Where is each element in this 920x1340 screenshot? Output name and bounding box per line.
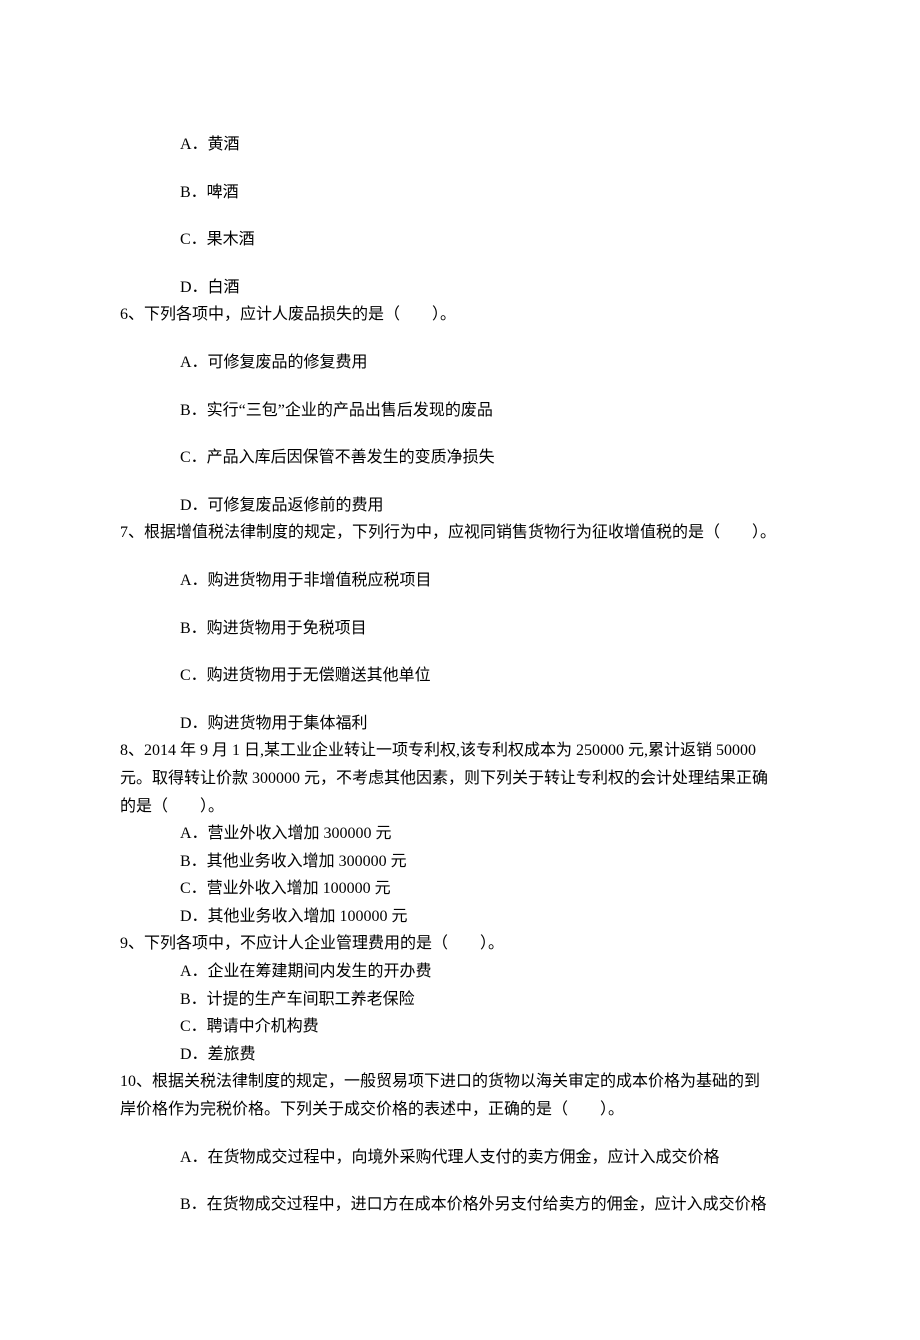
q6-option-d: D．可修复废品返修前的费用 xyxy=(180,493,800,519)
q5-option-c: C．果木酒 xyxy=(180,227,800,253)
option-text: A．企业在筹建期间内发生的开办费 xyxy=(180,963,432,980)
option-text: B．啤酒 xyxy=(180,184,239,201)
option-text: A．可修复废品的修复费用 xyxy=(180,354,368,371)
option-text: A．购进货物用于非增值税应税项目 xyxy=(180,572,432,589)
q7-stem: 7、根据增值税法律制度的规定，下列行为中，应视同销售货物行为征收增值税的是（ ）… xyxy=(120,520,800,546)
question-text: 7、根据增值税法律制度的规定，下列行为中，应视同销售货物行为征收增值税的是（ ）… xyxy=(120,524,776,541)
q8-stem-line1: 8、2014 年 9 月 1 日,某工业企业转让一项专利权,该专利权成本为 25… xyxy=(120,738,800,764)
option-text: C．产品入库后因保管不善发生的变质净损失 xyxy=(180,449,495,466)
q7-option-d: D．购进货物用于集体福利 xyxy=(180,711,800,737)
q6-option-c: C．产品入库后因保管不善发生的变质净损失 xyxy=(180,445,800,471)
option-text: B．其他业务收入增加 300000 元 xyxy=(180,853,407,870)
q7-option-a: A．购进货物用于非增值税应税项目 xyxy=(180,568,800,594)
q5-option-b: B．啤酒 xyxy=(180,180,800,206)
option-text: C．营业外收入增加 100000 元 xyxy=(180,880,391,897)
option-text: B．实行“三包”企业的产品出售后发现的废品 xyxy=(180,402,493,419)
question-text: 10、根据关税法律制度的规定，一般贸易项下进口的货物以海关审定的成本价格为基础的… xyxy=(120,1073,760,1090)
option-text: A．黄酒 xyxy=(180,136,240,153)
q10-option-b: B．在货物成交过程中，进口方在成本价格外另支付给卖方的佣金，应计入成交价格 xyxy=(180,1192,800,1218)
option-text: D．白酒 xyxy=(180,279,240,296)
q9-option-b: B．计提的生产车间职工养老保险 xyxy=(180,987,800,1013)
question-text: 元。取得转让价款 300000 元，不考虑其他因素，则下列关于转让专利权的会计处… xyxy=(120,770,768,787)
option-text: A．在货物成交过程中，向境外采购代理人支付的卖方佣金，应计入成交价格 xyxy=(180,1149,720,1166)
q8-stem-line2: 元。取得转让价款 300000 元，不考虑其他因素，则下列关于转让专利权的会计处… xyxy=(120,766,800,792)
q6-stem: 6、下列各项中，应计人废品损失的是（ ）。 xyxy=(120,302,800,328)
q10-stem-line1: 10、根据关税法律制度的规定，一般贸易项下进口的货物以海关审定的成本价格为基础的… xyxy=(120,1069,800,1095)
q6-option-b: B．实行“三包”企业的产品出售后发现的废品 xyxy=(180,398,800,424)
q8-stem-line3: 的是（ ）。 xyxy=(120,794,800,820)
q5-option-a: A．黄酒 xyxy=(180,132,800,158)
q5-option-d: D．白酒 xyxy=(180,275,800,301)
q8-option-b: B．其他业务收入增加 300000 元 xyxy=(180,849,800,875)
q8-option-a: A．营业外收入增加 300000 元 xyxy=(180,821,800,847)
question-text: 岸价格作为完税价格。下列关于成交价格的表述中，正确的是（ ）。 xyxy=(120,1101,624,1118)
q9-stem: 9、下列各项中，不应计人企业管理费用的是（ ）。 xyxy=(120,931,800,957)
q10-stem-line2: 岸价格作为完税价格。下列关于成交价格的表述中，正确的是（ ）。 xyxy=(120,1097,800,1123)
question-text: 9、下列各项中，不应计人企业管理费用的是（ ）。 xyxy=(120,935,504,952)
option-text: C．购进货物用于无偿赠送其他单位 xyxy=(180,667,431,684)
question-text: 的是（ ）。 xyxy=(120,798,224,815)
option-text: D．其他业务收入增加 100000 元 xyxy=(180,908,408,925)
q8-option-d: D．其他业务收入增加 100000 元 xyxy=(180,904,800,930)
q8-option-c: C．营业外收入增加 100000 元 xyxy=(180,876,800,902)
q9-option-a: A．企业在筹建期间内发生的开办费 xyxy=(180,959,800,985)
option-text: C．果木酒 xyxy=(180,231,255,248)
option-text: D．可修复废品返修前的费用 xyxy=(180,497,384,514)
option-text: A．营业外收入增加 300000 元 xyxy=(180,825,392,842)
q9-option-d: D．差旅费 xyxy=(180,1042,800,1068)
option-text: D．购进货物用于集体福利 xyxy=(180,715,368,732)
q10-option-a: A．在货物成交过程中，向境外采购代理人支付的卖方佣金，应计入成交价格 xyxy=(180,1145,800,1171)
question-text: 6、下列各项中，应计人废品损失的是（ ）。 xyxy=(120,306,456,323)
option-text: D．差旅费 xyxy=(180,1046,256,1063)
q9-option-c: C．聘请中介机构费 xyxy=(180,1014,800,1040)
q7-option-b: B．购进货物用于免税项目 xyxy=(180,616,800,642)
q6-option-a: A．可修复废品的修复费用 xyxy=(180,350,800,376)
option-text: B．在货物成交过程中，进口方在成本价格外另支付给卖方的佣金，应计入成交价格 xyxy=(180,1196,767,1213)
option-text: B．计提的生产车间职工养老保险 xyxy=(180,991,415,1008)
option-text: C．聘请中介机构费 xyxy=(180,1018,319,1035)
question-text: 8、2014 年 9 月 1 日,某工业企业转让一项专利权,该专利权成本为 25… xyxy=(120,742,756,759)
q7-option-c: C．购进货物用于无偿赠送其他单位 xyxy=(180,663,800,689)
option-text: B．购进货物用于免税项目 xyxy=(180,620,367,637)
exam-page: A．黄酒 B．啤酒 C．果木酒 D．白酒 6、下列各项中，应计人废品损失的是（ … xyxy=(0,0,920,1340)
